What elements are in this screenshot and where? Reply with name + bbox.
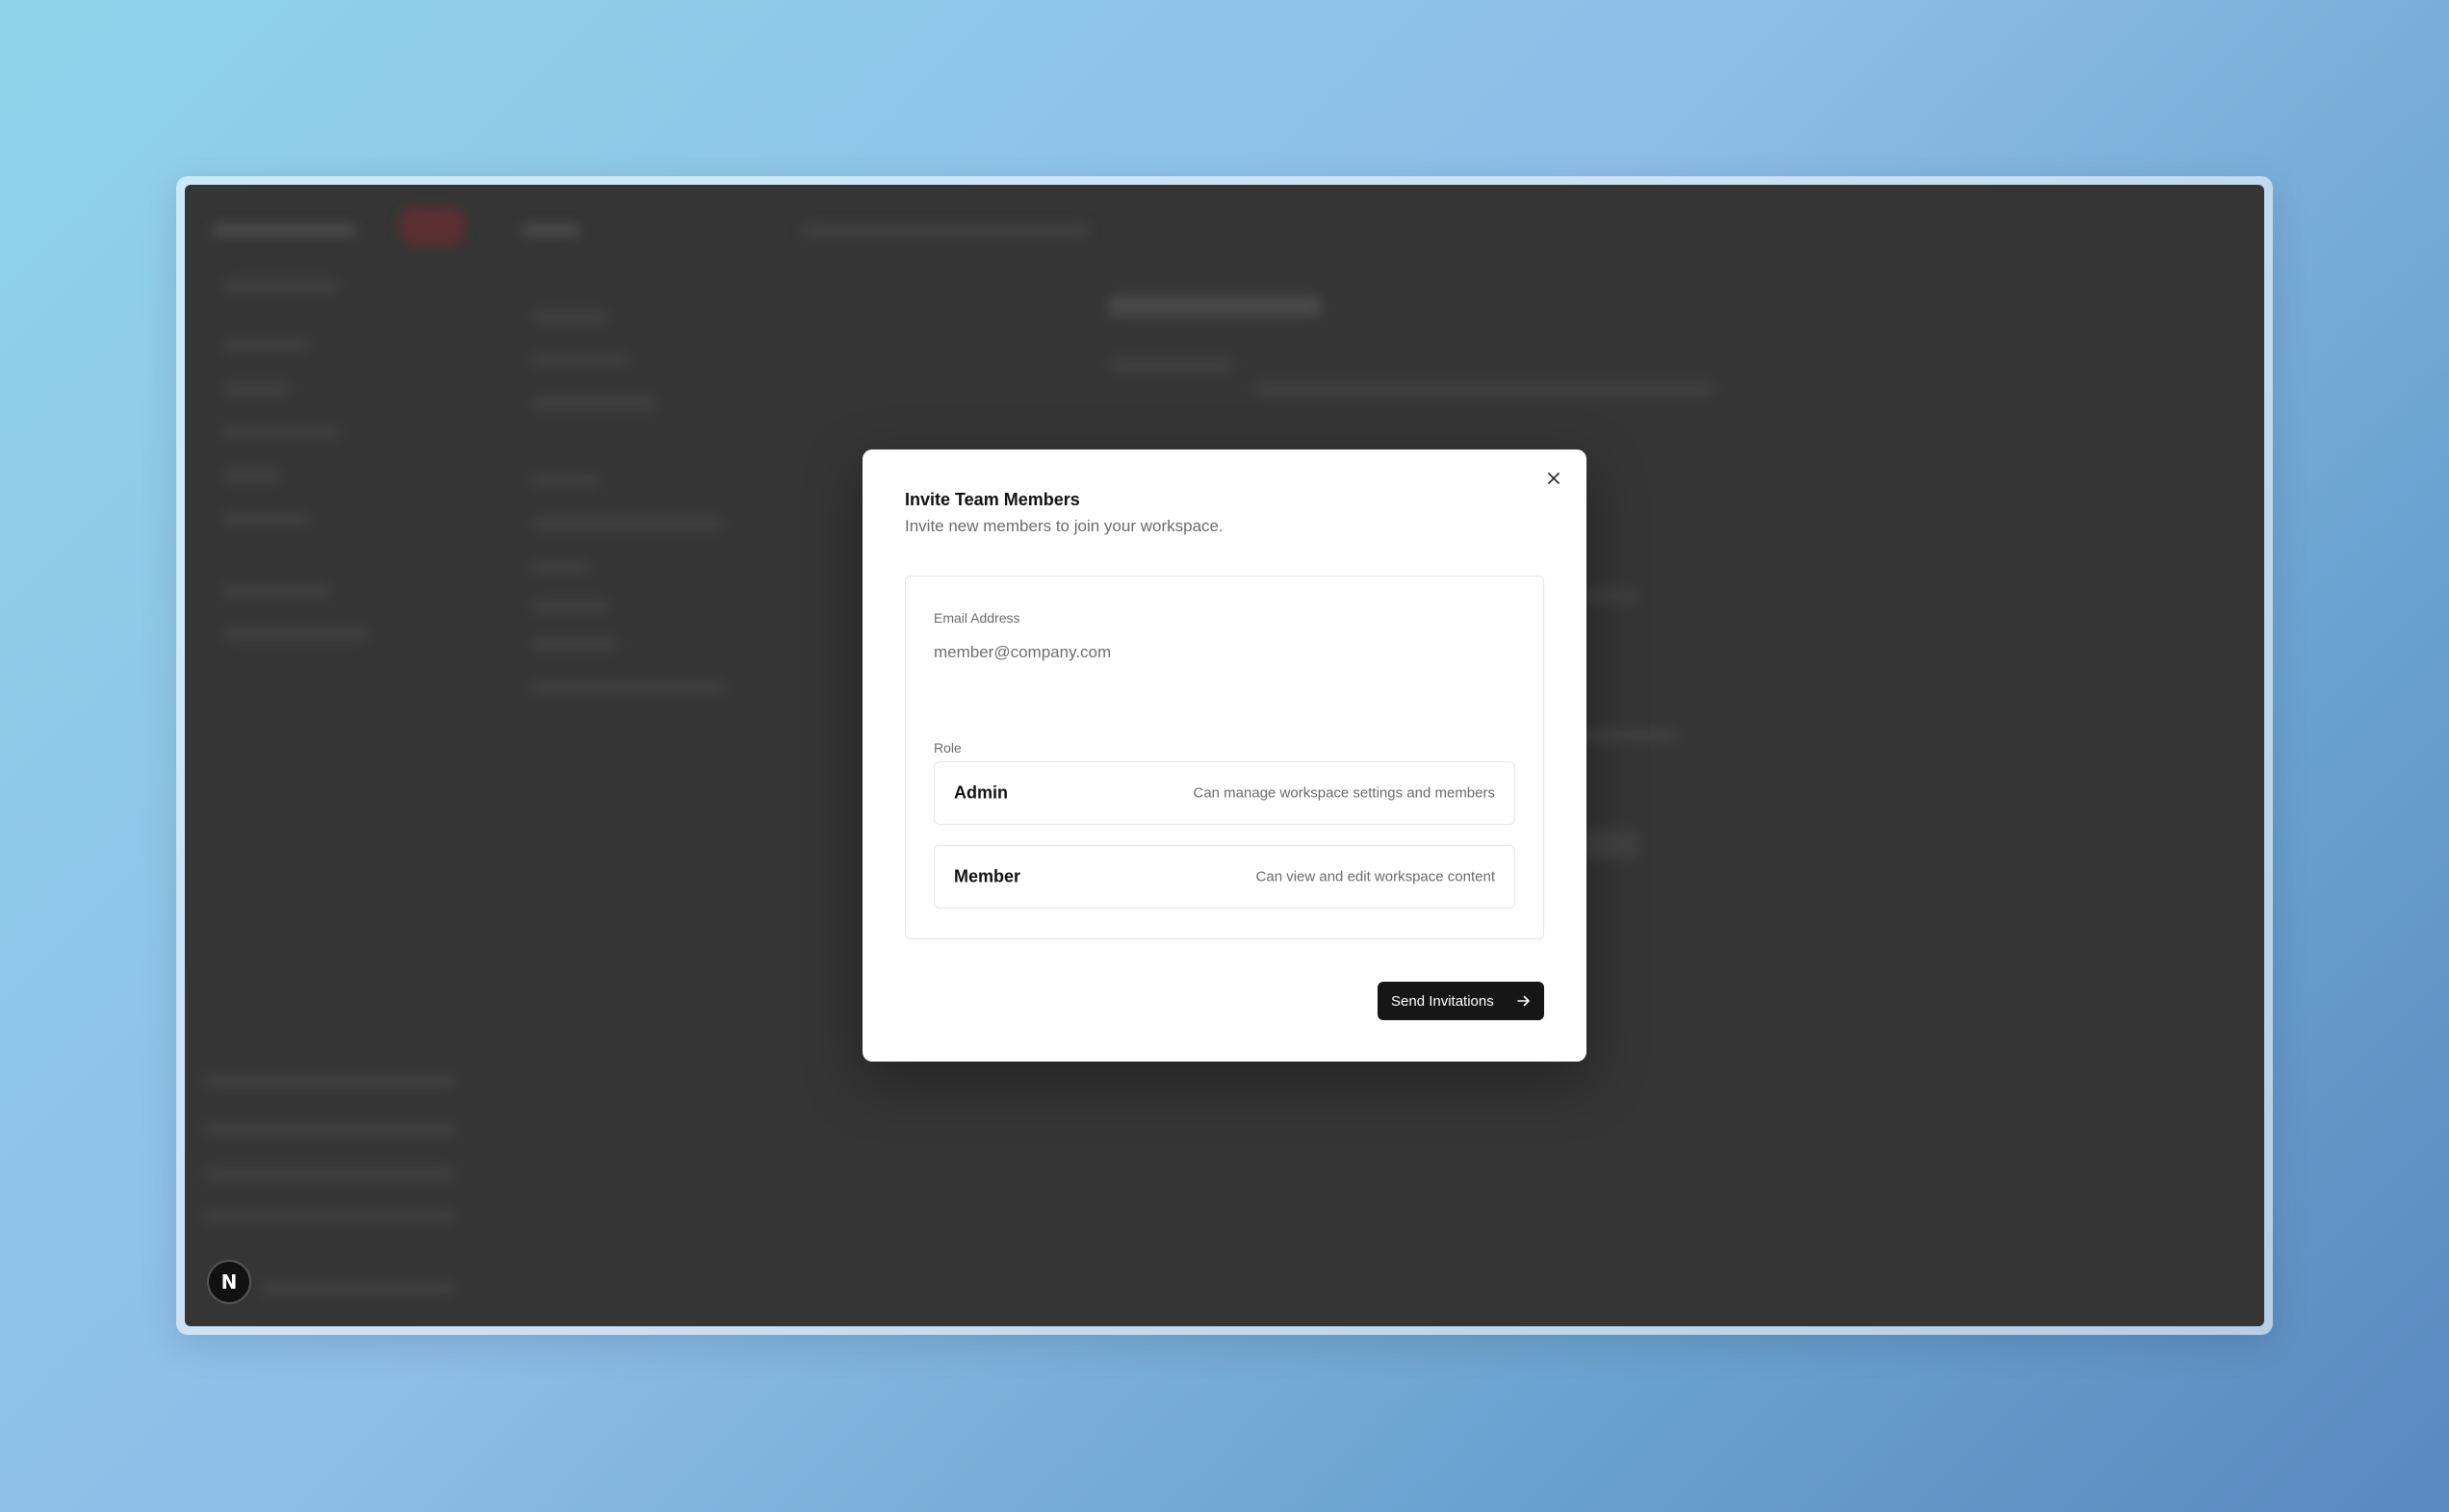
blurred-content-text (1253, 382, 1715, 396)
blurred-sidebar-item (223, 628, 368, 641)
arrow-right-icon (1517, 995, 1531, 1007)
blurred-footer-item (262, 1282, 454, 1295)
blurred-sidebar-item (223, 425, 339, 439)
blurred-content-text (1581, 830, 1638, 859)
blurred-content-text (1109, 358, 1234, 372)
blurred-panel-item (531, 637, 618, 651)
blurred-panel-item (531, 680, 724, 694)
role-description: Can manage workspace settings and member… (1193, 784, 1496, 802)
invite-modal: Invite Team Members Invite new members t… (863, 449, 1586, 1062)
modal-subtitle: Invite new members to join your workspac… (905, 517, 1224, 535)
blurred-sidebar-item (223, 584, 329, 598)
role-label: Role (934, 740, 962, 756)
blurred-panel-item (531, 353, 628, 367)
blurred-sidebar-item (223, 339, 310, 352)
dev-tools-badge[interactable]: N (207, 1260, 251, 1304)
invite-form: Email Address Role Admin Can manage work… (905, 576, 1544, 939)
blurred-logo-mark (399, 206, 466, 246)
role-name: Member (954, 866, 1021, 886)
blurred-panel-item (531, 599, 608, 612)
blurred-content-text (1581, 589, 1638, 602)
blurred-footer-item (204, 1210, 454, 1223)
role-name: Admin (954, 782, 1008, 803)
role-description: Can view and edit workspace content (1255, 868, 1495, 885)
close-button[interactable] (1542, 469, 1565, 492)
modal-title: Invite Team Members (905, 490, 1080, 509)
blurred-content-text (1581, 729, 1677, 742)
blurred-logo-text (212, 223, 356, 237)
blurred-footer-item (204, 1166, 454, 1180)
blurred-header-text (522, 223, 580, 237)
dev-badge-label: N (220, 1270, 238, 1294)
blurred-header-text (801, 223, 1090, 237)
blurred-sidebar-item (223, 382, 291, 396)
blurred-sidebar-item (223, 512, 310, 525)
close-icon (1547, 472, 1560, 490)
email-field[interactable] (934, 636, 1511, 669)
blurred-footer-item (204, 1123, 454, 1137)
blurred-sidebar-item (223, 279, 339, 293)
blurred-panel-item (531, 474, 599, 487)
role-option-admin[interactable]: Admin Can manage workspace settings and … (934, 761, 1515, 825)
blurred-panel-item (531, 397, 657, 410)
blurred-footer-item (204, 1075, 454, 1089)
role-option-member[interactable]: Member Can view and edit workspace conte… (934, 845, 1515, 909)
blurred-panel-item (531, 310, 608, 323)
email-label: Email Address (934, 610, 1020, 626)
send-invitations-label: Send Invitations (1391, 992, 1494, 1010)
blurred-content-heading (1109, 295, 1321, 317)
send-invitations-button[interactable]: Send Invitations (1378, 982, 1544, 1020)
blurred-sidebar-item (223, 469, 281, 482)
blurred-panel-item (531, 517, 724, 530)
blurred-panel-item (531, 560, 589, 574)
